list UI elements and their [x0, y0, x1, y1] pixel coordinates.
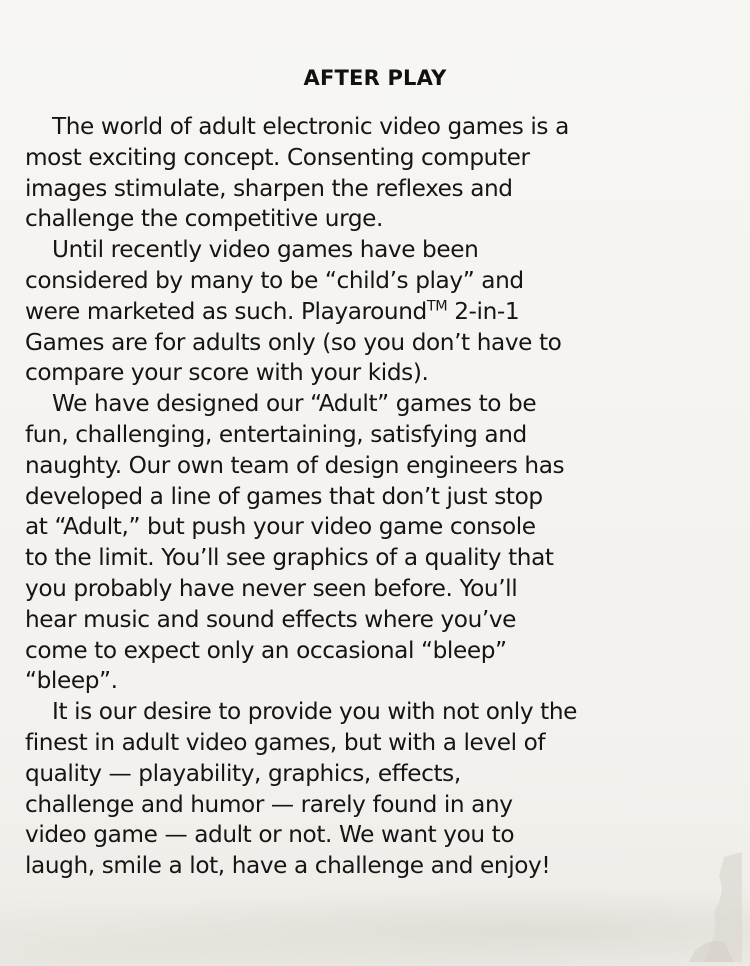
text-line: challenge and humor — rarely found in an…: [25, 790, 513, 818]
paper-smudge: [0, 880, 750, 966]
text-line: fun, challenging, entertaining, satisfyi…: [25, 420, 527, 448]
text-line: considered by many to be “child’s play” …: [25, 266, 524, 294]
text-line: most exciting concept. Consenting comput…: [25, 143, 530, 171]
text-line: “bleep”.: [25, 667, 118, 695]
trademark-mark: TM: [426, 298, 448, 315]
text-line: at “Adult,” but push your video game con…: [25, 513, 536, 541]
text-segment: were marketed as such. Playaround: [25, 297, 427, 325]
text-line: naughty. Our own team of design engineer…: [25, 451, 565, 479]
text-line: The world of adult electronic video game…: [52, 113, 569, 140]
text-line: finest in adult video games, but with a …: [25, 728, 546, 756]
text-line: were marketed as such. PlayaroundTM 2-in…: [25, 297, 729, 328]
text-line: images stimulate, sharpen the reflexes a…: [25, 174, 513, 202]
body-text: The world of adult electronic video game…: [25, 112, 729, 882]
text-line: come to expect only an occasional “bleep…: [25, 636, 507, 664]
text-line: challenge the competitive urge.: [25, 205, 383, 233]
text-line: to the limit. You’ll see graphics of a q…: [25, 544, 554, 572]
text-line: compare your score with your kids).: [25, 359, 429, 387]
text-line: quality — playability, graphics, effects…: [25, 759, 461, 787]
text-line: Until recently video games have been: [52, 236, 479, 264]
text-line: you probably have never seen before. You…: [25, 574, 518, 602]
page-title: AFTER PLAY: [303, 66, 447, 90]
text-line: hear music and sound effects where you’v…: [25, 605, 517, 633]
text-line: developed a line of games that don’t jus…: [25, 482, 543, 510]
text-line: video game — adult or not. We want you t…: [25, 821, 515, 849]
paper-wear-mark: [689, 852, 742, 962]
text-line: laugh, smile a lot, have a challenge and…: [25, 852, 551, 880]
text-line: We have designed our “Adult” games to be: [52, 390, 537, 418]
text-line: It is our desire to provide you with not…: [52, 698, 578, 726]
manual-page: AFTER PLAY The world of adult electronic…: [0, 0, 750, 966]
text-line: Games are for adults only (so you don’t …: [25, 328, 562, 356]
text-segment: 2-in-1: [447, 297, 520, 325]
